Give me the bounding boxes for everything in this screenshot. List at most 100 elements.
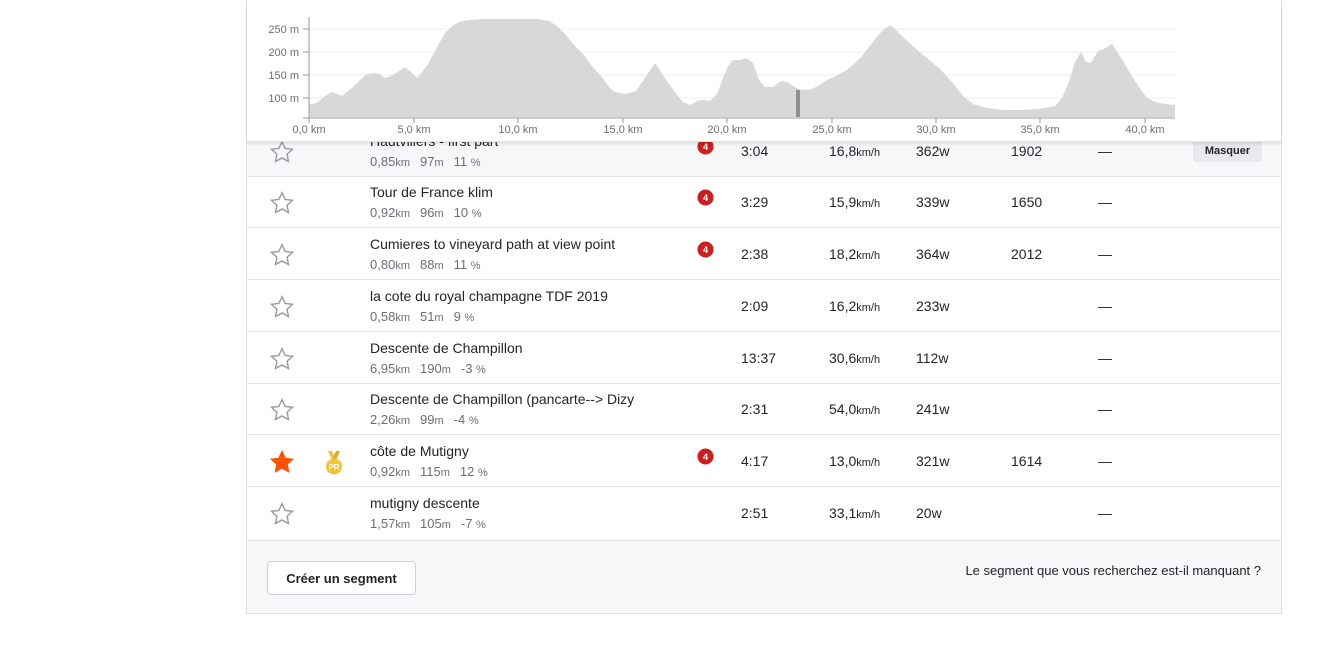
segment-distance: 0,92 bbox=[370, 464, 396, 479]
segment-name[interactable]: mutigny descente bbox=[370, 495, 480, 511]
hide-segment-button[interactable]: Masquer bbox=[1193, 140, 1262, 162]
distance-unit: km bbox=[395, 467, 410, 479]
star-icon[interactable] bbox=[269, 346, 295, 372]
segment-time: 3:04 bbox=[741, 143, 769, 159]
segment-speed: 13,0km/h bbox=[829, 453, 880, 469]
segment-stats: 0,58km 51m 9 % bbox=[370, 309, 474, 324]
segment-row[interactable]: la cote du royal champagne TDF 2019 0,58… bbox=[247, 281, 1281, 332]
segment-elevation: 99 bbox=[419, 412, 435, 427]
y-tick-label: 150 m bbox=[268, 70, 299, 82]
segment-rank-placeholder: — bbox=[1098, 350, 1112, 366]
segment-row[interactable]: Descente de Champillon (pancarte--> Dizy… bbox=[247, 384, 1281, 435]
segment-name[interactable]: Descente de Champillon (pancarte--> Dizy bbox=[370, 391, 634, 407]
pr-medal-icon: PR bbox=[326, 451, 342, 475]
segment-rank-placeholder: — bbox=[1098, 401, 1112, 417]
distance-unit: km bbox=[395, 208, 410, 220]
y-tick-label: 100 m bbox=[268, 93, 299, 105]
x-tick-label: 15,0 km bbox=[603, 124, 642, 136]
speed-value: 13,0 bbox=[829, 453, 857, 469]
segment-grade: 9 bbox=[453, 309, 461, 324]
segment-distance: 0,58 bbox=[370, 309, 396, 324]
segment-time: 3:29 bbox=[741, 194, 769, 210]
segment-distance: 2,26 bbox=[370, 412, 396, 427]
segment-grade: -7 bbox=[460, 516, 473, 531]
elevation-unit: m bbox=[440, 467, 450, 479]
x-tick-label: 5,0 km bbox=[397, 124, 430, 136]
segment-vam: 2012 bbox=[1011, 246, 1043, 262]
segment-elevation: 105 bbox=[419, 516, 442, 531]
segment-row[interactable]: mutigny descente 1,57km 105m -7 % 2:51 33,… bbox=[247, 488, 1281, 539]
segment-grade: -4 bbox=[453, 412, 466, 427]
create-segment-button[interactable]: Créer un segment bbox=[267, 561, 416, 595]
speed-value: 54,0 bbox=[829, 401, 857, 417]
segment-row[interactable]: PR côte de Mutigny 0,92km 115m 12 % 4 4:17… bbox=[247, 436, 1281, 487]
speed-value: 18,2 bbox=[829, 246, 857, 262]
segment-rank-placeholder: — bbox=[1098, 246, 1112, 262]
segment-vam: 1650 bbox=[1011, 194, 1043, 210]
segment-speed: 16,8km/h bbox=[829, 143, 880, 159]
category-4-badge: 4 bbox=[697, 189, 714, 206]
segment-name[interactable]: Descente de Champillon bbox=[370, 340, 523, 356]
star-icon[interactable] bbox=[269, 139, 295, 165]
elevation-unit: m bbox=[434, 415, 444, 427]
y-tick-labels: 250 m 200 m 150 m 100 m bbox=[268, 24, 299, 105]
star-icon[interactable] bbox=[269, 294, 295, 320]
star-icon[interactable] bbox=[269, 449, 295, 475]
star-icon[interactable] bbox=[269, 190, 295, 216]
star-icon[interactable] bbox=[269, 397, 295, 423]
segment-grade: 10 bbox=[453, 205, 469, 220]
segment-name[interactable]: Cumieres to vineyard path at view point bbox=[370, 236, 615, 252]
segment-elevation: 96 bbox=[419, 205, 435, 220]
speed-unit: km/h bbox=[856, 302, 881, 314]
segments-footer: Créer un segment Le segment que vous rec… bbox=[247, 540, 1281, 613]
x-tick-label: 30,0 km bbox=[916, 124, 955, 136]
grade-unit: % bbox=[468, 415, 479, 427]
segment-speed: 33,1km/h bbox=[829, 505, 880, 521]
y-tick-marks bbox=[303, 28, 309, 99]
x-tick-label: 35,0 km bbox=[1020, 124, 1059, 136]
category-4-badge: 4 bbox=[697, 241, 714, 258]
elevation-unit: m bbox=[434, 157, 444, 169]
missing-segment-link[interactable]: Le segment que vous recherchez est-il ma… bbox=[965, 563, 1261, 578]
segment-speed: 30,6km/h bbox=[829, 350, 880, 366]
speed-unit: km/h bbox=[856, 250, 881, 262]
segment-grade: 11 bbox=[453, 257, 468, 272]
segment-rank-placeholder: — bbox=[1098, 298, 1112, 314]
elevation-unit: m bbox=[434, 260, 444, 272]
x-tick-label: 40,0 km bbox=[1125, 124, 1164, 136]
segment-stats: 0,92km 96m 10 % bbox=[370, 205, 482, 220]
segment-name[interactable]: Tour de France klim bbox=[370, 184, 493, 200]
x-tick-label: 25,0 km bbox=[812, 124, 851, 136]
star-icon[interactable] bbox=[269, 501, 295, 527]
segment-elevation: 51 bbox=[419, 309, 435, 324]
segment-row[interactable]: Cumieres to vineyard path at view point … bbox=[247, 229, 1281, 280]
segment-power: 241w bbox=[916, 401, 950, 417]
segment-name[interactable]: côte de Mutigny bbox=[370, 443, 469, 459]
segment-stats: 0,85km 97m 11 % bbox=[370, 154, 481, 169]
segments-panel: Hautvillers - first part 0,85km97m11 % 4… bbox=[246, 0, 1282, 614]
speed-value: 16,8 bbox=[829, 143, 857, 159]
segment-time: 2:51 bbox=[741, 505, 769, 521]
segment-row[interactable]: Descente de Champillon 6,95km 190m -3 % 13… bbox=[247, 333, 1281, 384]
segment-time: 2:09 bbox=[741, 298, 769, 314]
segment-time: 2:31 bbox=[741, 401, 769, 417]
elevation-unit: m bbox=[441, 519, 451, 531]
segment-power: 233w bbox=[916, 298, 950, 314]
distance-unit: km bbox=[395, 157, 410, 169]
segment-distance: 1,57 bbox=[370, 516, 396, 531]
star-icon[interactable] bbox=[269, 242, 295, 268]
segment-vam: 1614 bbox=[1011, 453, 1043, 469]
segment-power: 112w bbox=[916, 350, 949, 366]
distance-unit: km bbox=[395, 312, 410, 324]
category-number: 4 bbox=[703, 452, 709, 463]
grade-unit: % bbox=[464, 312, 475, 324]
elevation-profile-chart[interactable]: 250 m 200 m 150 m 100 m 0,0 km 5,0 km 10… bbox=[247, 0, 1281, 142]
segment-row[interactable]: Tour de France klim 0,92km 96m 10 % 4 3:29… bbox=[247, 177, 1281, 228]
distance-unit: km bbox=[395, 260, 410, 272]
segment-stats: 0,92km 115m 12 % bbox=[370, 464, 488, 479]
segment-distance: 0,85 bbox=[370, 154, 396, 169]
segment-name[interactable]: la cote du royal champagne TDF 2019 bbox=[370, 288, 608, 304]
segment-rank-placeholder: — bbox=[1098, 143, 1112, 159]
pr-label: PR bbox=[328, 463, 339, 472]
category-number: 4 bbox=[703, 142, 709, 153]
